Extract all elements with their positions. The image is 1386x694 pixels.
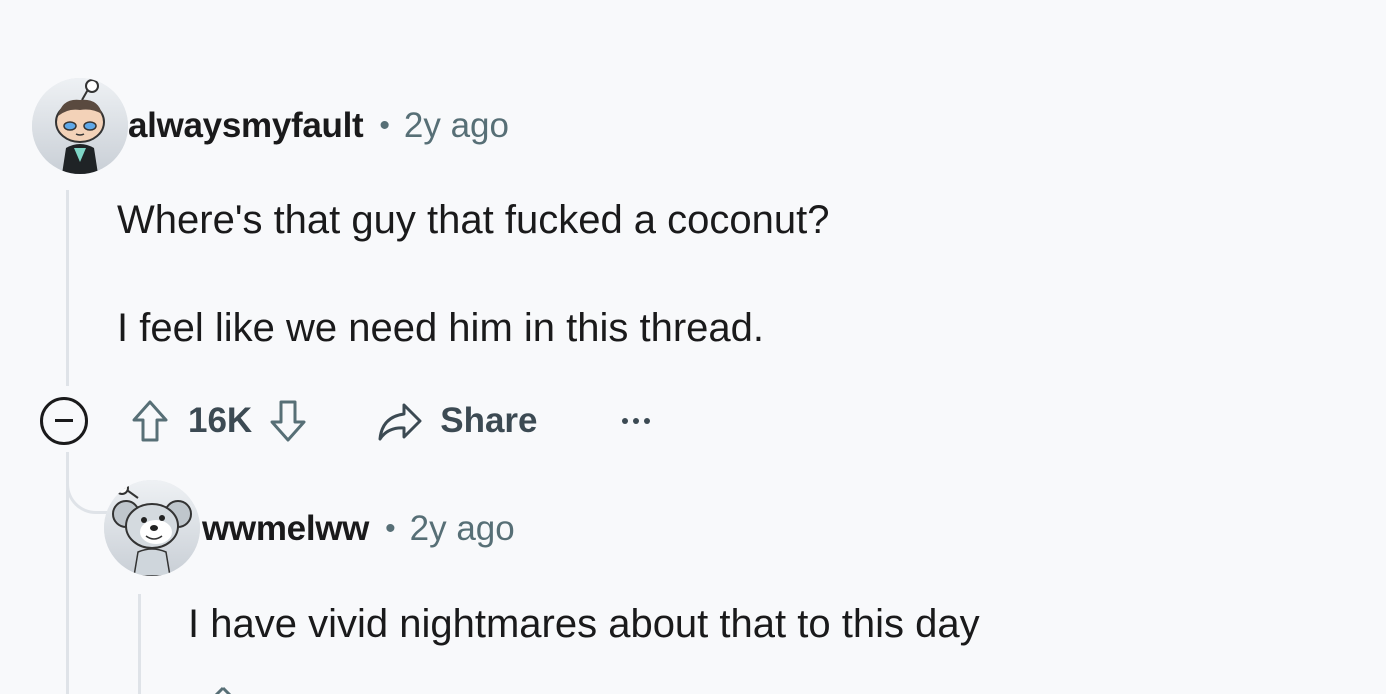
vote-count: 16K bbox=[188, 401, 253, 440]
comment-body-line: Where's that guy that fucked a coconut? bbox=[117, 198, 830, 242]
more-options-button[interactable] bbox=[621, 418, 655, 424]
share-button[interactable]: Share bbox=[376, 401, 538, 441]
user-avatar-icon bbox=[32, 78, 128, 174]
collapse-button[interactable] bbox=[40, 397, 88, 445]
username[interactable]: wwmelww bbox=[202, 509, 369, 549]
reply-body: I have vivid nightmares about that to th… bbox=[188, 602, 980, 646]
comment-thread: alwaysmyfault • 2y ago Where's that guy … bbox=[0, 0, 1386, 694]
reply-thread-line[interactable] bbox=[138, 594, 141, 694]
thread-line[interactable] bbox=[66, 190, 69, 386]
avatar[interactable] bbox=[32, 78, 128, 174]
reply-meta: wwmelww • 2y ago bbox=[202, 507, 515, 551]
avatar[interactable] bbox=[104, 480, 200, 576]
arrow-up-icon[interactable] bbox=[213, 686, 233, 694]
ellipsis-icon bbox=[632, 418, 639, 424]
comment-body-line: I feel like we need him in this thread. bbox=[117, 306, 765, 350]
user-avatar-icon bbox=[104, 480, 200, 576]
timestamp[interactable]: 2y ago bbox=[404, 106, 509, 146]
ellipsis-icon bbox=[621, 418, 628, 424]
share-arrow-icon bbox=[378, 403, 422, 441]
vote-group: 16K bbox=[128, 396, 310, 446]
share-label: Share bbox=[440, 401, 538, 440]
username[interactable]: alwaysmyfault bbox=[128, 106, 364, 146]
meta-separator: • bbox=[379, 109, 390, 142]
comment-meta: alwaysmyfault • 2y ago bbox=[128, 104, 509, 148]
meta-separator: • bbox=[385, 512, 396, 545]
comment-actions: 16K Share bbox=[40, 392, 655, 450]
timestamp[interactable]: 2y ago bbox=[410, 509, 515, 549]
upvote-button[interactable] bbox=[128, 396, 172, 446]
arrow-up-icon bbox=[132, 400, 168, 442]
thread-branch-line bbox=[66, 470, 110, 514]
ellipsis-icon bbox=[643, 418, 650, 424]
arrow-down-icon bbox=[270, 400, 306, 442]
downvote-button[interactable] bbox=[266, 396, 310, 446]
